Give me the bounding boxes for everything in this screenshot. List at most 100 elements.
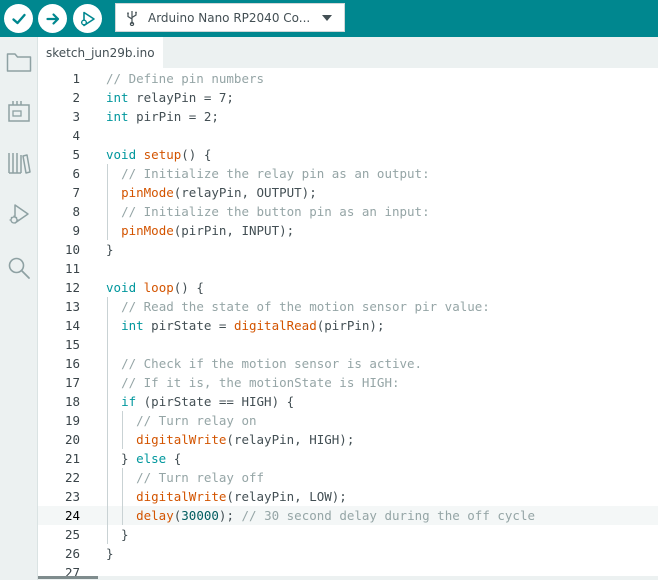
code-token: } bbox=[106, 242, 114, 257]
code-token: int bbox=[121, 318, 144, 333]
code-token: } bbox=[106, 546, 114, 561]
line-number: 6 bbox=[72, 166, 80, 181]
code-token: delay bbox=[136, 508, 174, 523]
line-number: 9 bbox=[72, 223, 80, 238]
debug-icon bbox=[9, 204, 29, 224]
code-token: pirPin = 2; bbox=[128, 109, 219, 124]
code-text: // Initialize the relay pin as an output… bbox=[106, 164, 430, 183]
code-text: int pirState = digitalRead(pirPin); bbox=[106, 316, 384, 335]
sidebar-item-debug[interactable] bbox=[0, 202, 38, 228]
code-token: pinMode bbox=[121, 223, 174, 238]
arrow-right-icon bbox=[45, 12, 59, 25]
code-line[interactable]: 6 // Initialize the relay pin as an outp… bbox=[38, 164, 658, 183]
code-line[interactable]: 17 // If it is, the motionState is HIGH: bbox=[38, 373, 658, 392]
code-line[interactable]: 16 // Check if the motion sensor is acti… bbox=[38, 354, 658, 373]
code-token: // Define pin numbers bbox=[106, 71, 265, 86]
sidebar-item-boards-manager[interactable] bbox=[0, 98, 38, 124]
code-line[interactable]: 13 // Read the state of the motion senso… bbox=[38, 297, 658, 316]
line-number: 19 bbox=[64, 413, 80, 428]
code-line[interactable]: 21 } else { bbox=[38, 449, 658, 468]
code-text: void loop() { bbox=[106, 278, 204, 297]
code-line[interactable]: 10} bbox=[38, 240, 658, 259]
usb-icon bbox=[127, 10, 137, 26]
code-line[interactable]: 24 delay(30000); // 30 second delay duri… bbox=[38, 506, 658, 525]
code-line[interactable]: 27 bbox=[38, 563, 658, 576]
code-line[interactable]: 1 // Define pin numbers bbox=[38, 69, 658, 88]
tab-sketch-label: sketch_jun29b.ino bbox=[46, 45, 155, 60]
code-token: if bbox=[121, 394, 137, 409]
line-number: 7 bbox=[72, 185, 80, 200]
code-line[interactable]: 11 bbox=[38, 259, 658, 278]
board-selector[interactable]: Arduino Nano RP2040 Co... bbox=[115, 3, 345, 32]
upload-button[interactable] bbox=[38, 4, 67, 33]
code-token: loop bbox=[143, 280, 174, 295]
code-line[interactable]: 9 pinMode(pirPin, INPUT); bbox=[38, 221, 658, 240]
code-text: } bbox=[106, 525, 129, 544]
board-selector-label: Arduino Nano RP2040 Co... bbox=[148, 10, 311, 25]
code-text: } bbox=[106, 544, 114, 563]
code-token: (relayPin, OUTPUT); bbox=[173, 185, 317, 200]
toolbar: Arduino Nano RP2040 Co... bbox=[0, 0, 658, 37]
code-token: () { bbox=[173, 280, 204, 295]
code-line[interactable]: 19 // Turn relay on bbox=[38, 411, 658, 430]
line-number: 14 bbox=[64, 318, 80, 333]
code-token: // 30 second delay during the off cycle bbox=[241, 508, 536, 523]
horizontal-scroll-track bbox=[38, 576, 658, 580]
code-line[interactable]: 8 // Initialize the button pin as an inp… bbox=[38, 202, 658, 221]
indent-guide bbox=[107, 297, 108, 544]
indent-guide bbox=[122, 468, 124, 525]
line-number: 13 bbox=[64, 299, 80, 314]
code-token: } bbox=[106, 527, 129, 542]
code-token: // Check if the motion sensor is active. bbox=[121, 356, 423, 371]
sidebar-item-sketchbook[interactable] bbox=[0, 51, 38, 73]
code-line[interactable]: 7 pinMode(relayPin, OUTPUT); bbox=[38, 183, 658, 202]
code-text: void setup() { bbox=[106, 145, 211, 164]
code-line[interactable]: 14 int pirState = digitalRead(pirPin); bbox=[38, 316, 658, 335]
code-line[interactable]: 18 if (pirState == HIGH) { bbox=[38, 392, 658, 411]
code-line[interactable]: 20 digitalWrite(relayPin, HIGH); bbox=[38, 430, 658, 449]
code-token: { bbox=[166, 451, 182, 466]
debug-button[interactable] bbox=[73, 4, 102, 33]
code-line[interactable]: 22 // Turn relay off bbox=[38, 468, 658, 487]
caret-down-icon bbox=[322, 14, 333, 21]
verify-button[interactable] bbox=[4, 4, 33, 33]
code-line[interactable]: 15 bbox=[38, 335, 658, 354]
code-line[interactable]: 5 void setup() { bbox=[38, 145, 658, 164]
code-line[interactable]: 25 } bbox=[38, 525, 658, 544]
search-icon bbox=[8, 257, 30, 279]
code-line[interactable]: 26} bbox=[38, 544, 658, 563]
code-text: } else { bbox=[106, 449, 181, 468]
code-token: // Turn relay on bbox=[136, 413, 257, 428]
line-number: 3 bbox=[72, 109, 80, 124]
tab-sketch[interactable]: sketch_jun29b.ino bbox=[38, 37, 163, 68]
code-token: } bbox=[106, 451, 137, 466]
code-line[interactable]: 23 digitalWrite(relayPin, LOW); bbox=[38, 487, 658, 506]
code-line[interactable]: 2 int relayPin = 7; bbox=[38, 88, 658, 107]
editor-tab-bar: sketch_jun29b.ino bbox=[38, 37, 658, 68]
code-line[interactable]: 3 int pirPin = 2; bbox=[38, 107, 658, 126]
code-text: pinMode(relayPin, OUTPUT); bbox=[106, 183, 317, 202]
sidebar-item-library-manager[interactable] bbox=[0, 150, 38, 176]
line-number: 27 bbox=[64, 565, 80, 576]
horizontal-scrollbar[interactable] bbox=[38, 576, 98, 579]
line-number: 20 bbox=[64, 432, 80, 447]
line-number: 21 bbox=[64, 451, 80, 466]
code-line[interactable]: 12 void loop() { bbox=[38, 278, 658, 297]
library-icon bbox=[8, 153, 31, 174]
code-editor[interactable]: 1 // Define pin numbers 2 int relayPin = 7;… bbox=[38, 68, 658, 576]
line-number: 5 bbox=[72, 147, 80, 162]
sidebar-item-search[interactable] bbox=[0, 255, 38, 281]
line-number: 12 bbox=[64, 280, 80, 295]
code-line[interactable]: 4 bbox=[38, 126, 658, 145]
code-text: // Define pin numbers bbox=[106, 69, 264, 88]
code-token: // Initialize the relay pin as an output… bbox=[121, 166, 430, 181]
code-text: // Initialize the button pin as an input… bbox=[106, 202, 430, 221]
line-number: 22 bbox=[64, 470, 80, 485]
code-token: pinMode bbox=[121, 185, 174, 200]
line-number: 17 bbox=[64, 375, 80, 390]
